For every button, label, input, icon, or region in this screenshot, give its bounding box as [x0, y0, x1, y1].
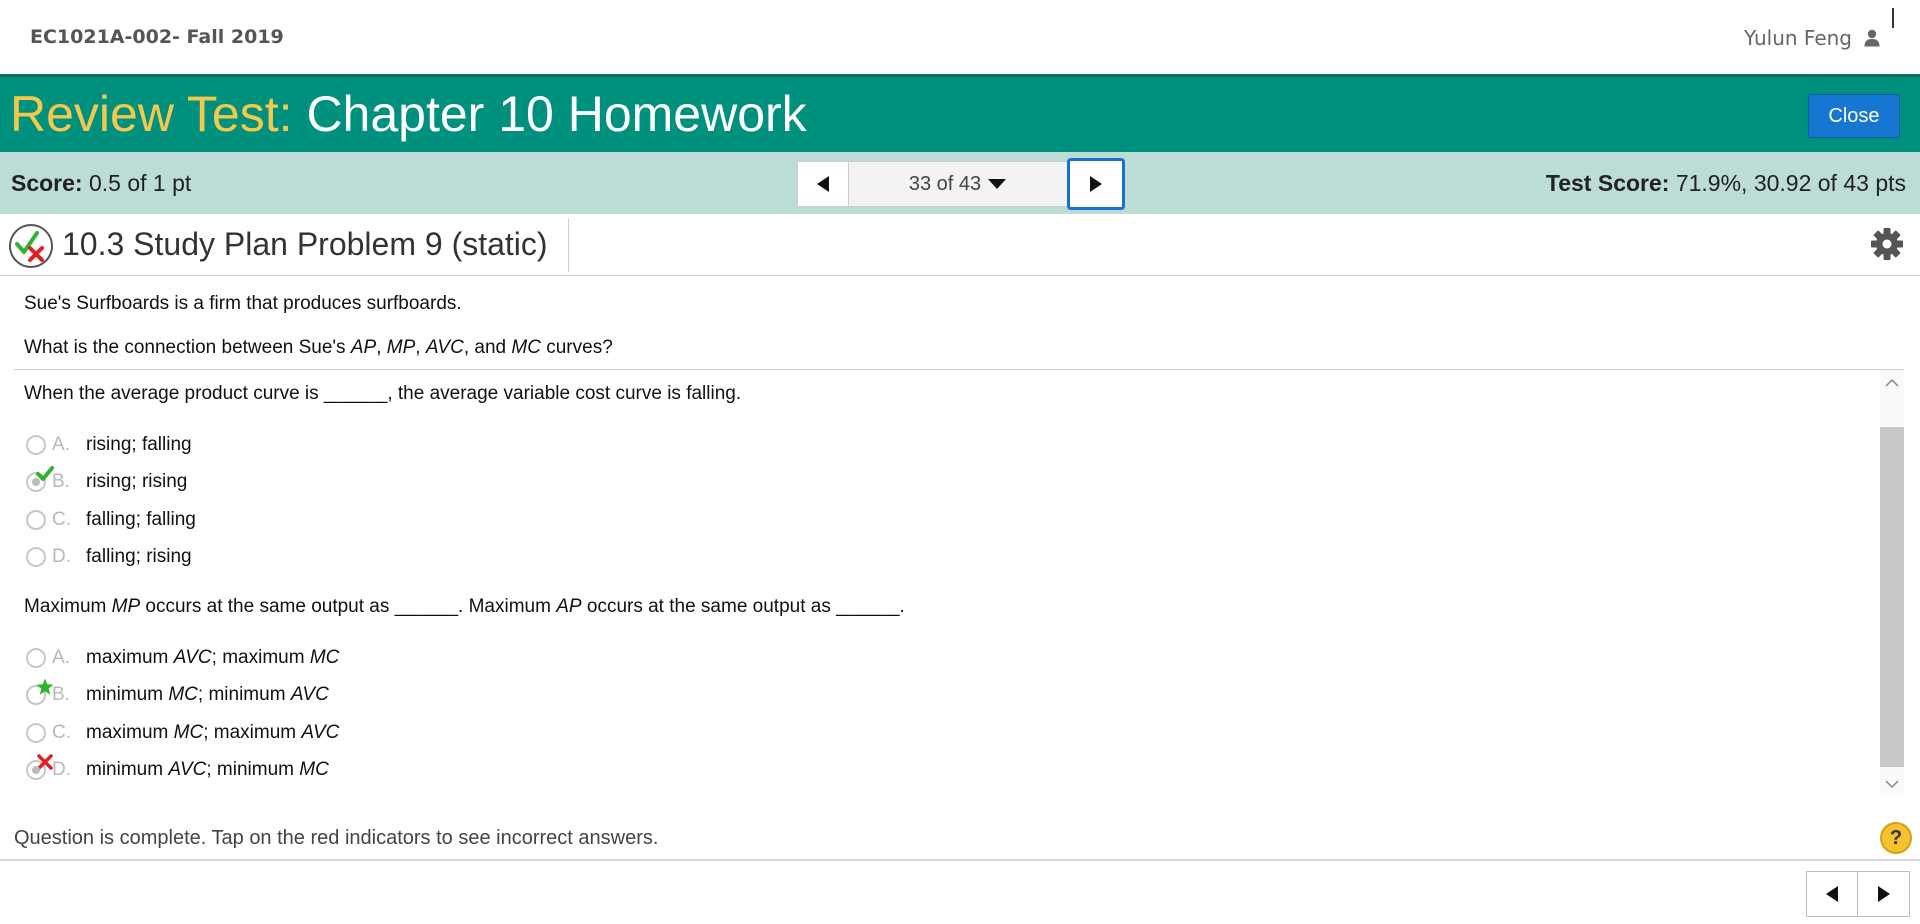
scrollbar-thumb[interactable] — [1880, 427, 1904, 767]
triangle-left-icon — [1826, 886, 1838, 902]
choice-text: minimum AVC; minimum MC — [86, 759, 329, 780]
choice-text: maximum MC; maximum AVC — [86, 722, 340, 743]
part2-choice-a[interactable]: A. maximum AVC; maximum MC — [26, 643, 339, 673]
bottom-next-button[interactable] — [1858, 871, 1910, 917]
choice-letter: C. — [52, 509, 71, 530]
chevron-down-icon — [1885, 779, 1899, 788]
partial-credit-icon — [8, 223, 54, 269]
triangle-right-icon — [1090, 176, 1102, 192]
text-cursor — [1892, 8, 1894, 28]
page-title: Review Test: Chapter 10 Homework — [10, 87, 807, 142]
caret-down-icon — [988, 179, 1007, 189]
header-divider — [568, 218, 569, 272]
radio-button-selected[interactable] — [26, 466, 54, 492]
radio-button[interactable] — [26, 678, 54, 705]
part2-choice-c[interactable]: C. maximum MC; maximum AVC — [26, 718, 339, 748]
gear-icon[interactable] — [1870, 227, 1904, 261]
part1-choice-c[interactable]: C. falling; falling — [26, 505, 196, 535]
part2-prompt: Maximum MP occurs at the same output as … — [24, 596, 905, 617]
bottom-navigator — [1806, 871, 1910, 917]
choice-letter: D. — [52, 759, 71, 780]
question-title: 10.3 Study Plan Problem 9 (static) — [62, 226, 548, 262]
scroll-down-button[interactable] — [1880, 772, 1904, 796]
triangle-left-icon — [817, 176, 829, 192]
test-score-label: Test Score: — [1545, 170, 1670, 196]
choice-letter: B. — [52, 471, 70, 492]
footer-divider — [0, 859, 1920, 861]
part2-choice-d[interactable]: D. minimum AVC; minimum MC — [26, 754, 329, 785]
previous-question-button[interactable] — [797, 161, 849, 207]
course-name[interactable]: EC1021A-002- Fall 2019 — [30, 26, 284, 48]
choice-text: rising; rising — [86, 471, 188, 492]
radio-button[interactable] — [26, 723, 46, 743]
user-menu[interactable]: Yulun Feng — [1744, 26, 1880, 50]
part1-choice-a[interactable]: A. rising; falling — [26, 430, 192, 460]
top-bar: EC1021A-002- Fall 2019 Yulun Feng — [0, 0, 1920, 74]
part1-choice-b[interactable]: B. rising; rising — [26, 466, 188, 497]
completion-status: Question is complete. Tap on the red ind… — [14, 827, 659, 849]
correct-check-icon — [36, 466, 54, 481]
title-main: Chapter 10 Homework — [306, 86, 807, 142]
triangle-right-icon — [1877, 886, 1890, 902]
choice-letter: B. — [52, 684, 70, 705]
choice-letter: A. — [52, 434, 70, 455]
question-header: 10.3 Study Plan Problem 9 (static) — [0, 214, 1920, 276]
choice-text: falling; rising — [86, 546, 192, 567]
chevron-up-icon — [1885, 378, 1899, 387]
radio-button[interactable] — [26, 648, 46, 668]
test-score: Test Score: 71.9%, 30.92 of 43 pts — [1546, 170, 1906, 197]
score-value: 0.5 of 1 pt — [88, 170, 192, 196]
radio-button[interactable] — [26, 435, 46, 455]
choice-letter: A. — [52, 647, 70, 668]
choice-text: falling; falling — [86, 509, 196, 530]
choice-text: rising; falling — [86, 434, 192, 455]
answer-scrollbar[interactable] — [1880, 370, 1904, 796]
user-icon — [1864, 29, 1880, 47]
incorrect-x-icon[interactable] — [36, 753, 54, 771]
choice-text: minimum MC; minimum AVC — [86, 684, 329, 705]
choice-letter: D. — [52, 546, 71, 567]
problem-statement: Sue's Surfboards is a firm that produces… — [24, 293, 462, 314]
question-selector-dropdown[interactable]: 33 of 43 — [849, 161, 1067, 207]
user-name: Yulun Feng — [1744, 26, 1852, 50]
answer-area: When the average product curve is ______… — [14, 370, 1904, 796]
part1-prompt: When the average product curve is ______… — [24, 383, 742, 404]
next-question-button[interactable] — [1067, 158, 1125, 210]
question-position: 33 of 43 — [908, 172, 982, 195]
radio-button[interactable] — [26, 547, 46, 567]
part1-choice-d[interactable]: D. falling; rising — [26, 542, 192, 572]
choice-letter: C. — [52, 722, 71, 743]
correct-star-icon — [36, 678, 54, 695]
title-bar: Review Test: Chapter 10 Homework Close — [0, 74, 1920, 152]
help-button[interactable]: ? — [1880, 822, 1912, 854]
test-score-value: 71.9%, 30.92 of 43 pts — [1675, 170, 1906, 196]
score-label: Score: — [11, 170, 83, 196]
radio-button-selected[interactable] — [26, 754, 53, 780]
title-lead: Review Test: — [10, 86, 293, 142]
question-navigator: 33 of 43 — [797, 158, 1125, 210]
score-bar: Score: 0.5 of 1 pt 33 of 43 Test Score: … — [0, 152, 1920, 214]
close-button[interactable]: Close — [1808, 94, 1900, 138]
problem-question: What is the connection between Sue's AP,… — [24, 337, 613, 358]
question-score: Score: 0.5 of 1 pt — [11, 170, 191, 197]
part2-choice-b[interactable]: B. minimum MC; minimum AVC — [26, 678, 329, 710]
radio-button[interactable] — [26, 510, 46, 530]
choice-text: maximum AVC; maximum MC — [86, 647, 340, 668]
bottom-previous-button[interactable] — [1806, 871, 1858, 917]
scroll-up-button[interactable] — [1880, 370, 1904, 394]
